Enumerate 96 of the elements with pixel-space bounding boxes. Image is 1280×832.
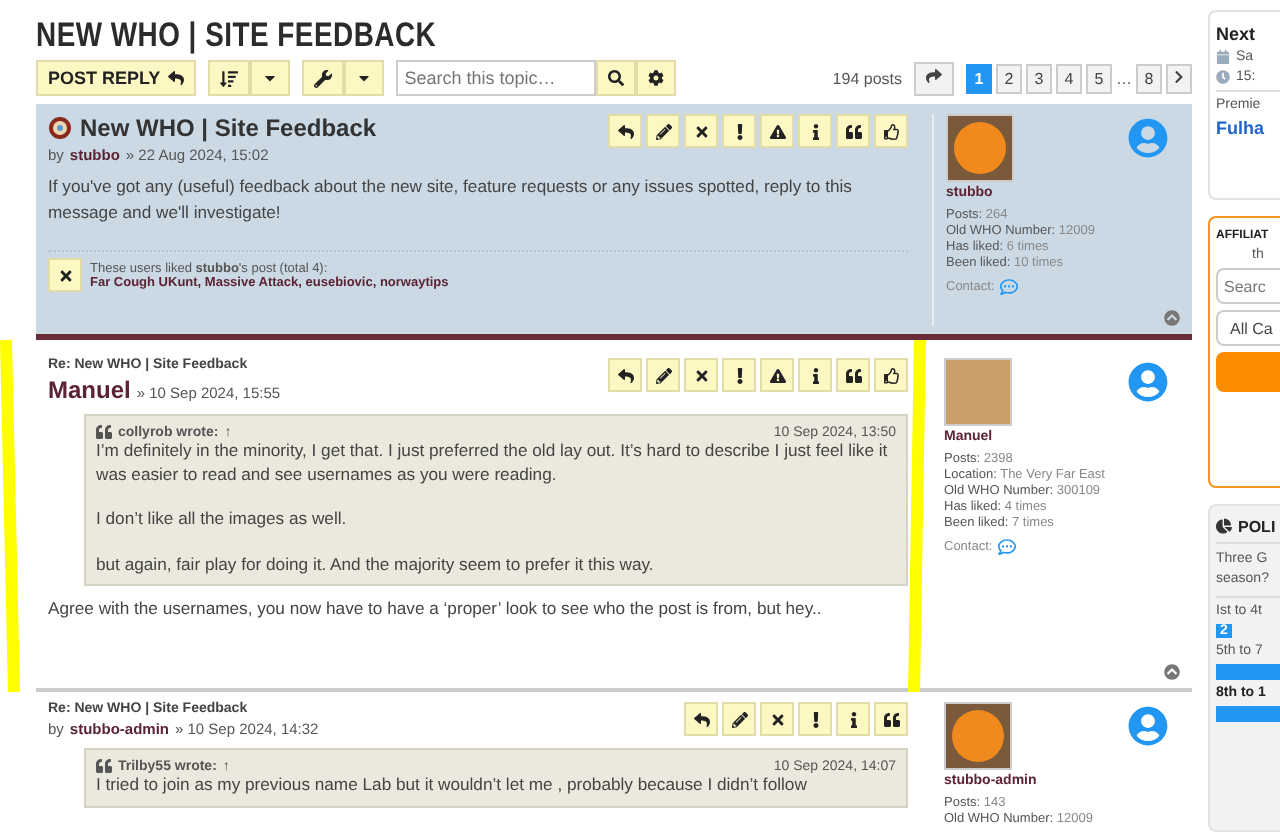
report-button[interactable] (722, 358, 756, 392)
quote-text: I don’t like all the images as well. (96, 508, 349, 531)
user-profile-icon[interactable] (1128, 706, 1168, 746)
exclamation-icon (807, 711, 823, 727)
quote-button[interactable] (874, 702, 908, 736)
search-settings-button[interactable] (636, 60, 677, 96)
pencil-icon (655, 367, 671, 383)
jump-arrow-icon (926, 68, 942, 84)
reply-button[interactable] (608, 358, 642, 392)
exclamation-icon (731, 367, 747, 383)
info-icon (845, 711, 861, 727)
remove-likes-button[interactable] (48, 258, 82, 292)
info-icon (807, 367, 823, 383)
calendar-icon (1216, 50, 1230, 64)
pagination-ellipsis: … (1116, 69, 1132, 87)
back-to-top-icon[interactable] (1164, 310, 1180, 326)
pencil-icon (731, 711, 747, 727)
search-field[interactable]: Search this topic… (396, 60, 597, 96)
page-button[interactable]: 3 (1026, 63, 1052, 93)
page-button[interactable]: 8 (1136, 63, 1162, 93)
close-icon (693, 367, 709, 383)
close-icon (57, 267, 73, 283)
quote-icon (96, 758, 112, 774)
search-button[interactable] (596, 60, 637, 96)
quote-text: I’m definitely in the minority, I get that. I just preferred the old lay out. It’s hard to describe I just feel like it was easier to read and see usernames as you were reading. (96, 440, 890, 486)
exclamation-icon (731, 123, 747, 139)
jump-button[interactable] (914, 61, 954, 95)
post-text: Agree with the usernames, you now have to have a ‘proper’ look to see who the post is from, but hey.. (48, 596, 824, 621)
reply-arrow-icon (617, 123, 633, 139)
sort-button[interactable] (208, 60, 251, 96)
back-to-top-icon[interactable] (1164, 664, 1180, 680)
info-button[interactable] (798, 114, 832, 148)
page-button[interactable]: 5 (1086, 63, 1112, 93)
page-button[interactable]: 4 (1056, 63, 1082, 93)
reply-button[interactable] (684, 702, 718, 736)
quote-icon (883, 711, 899, 727)
caret-icon (262, 70, 279, 86)
tools-button[interactable] (302, 60, 345, 96)
quote-button[interactable] (836, 114, 870, 148)
warn-button[interactable] (760, 358, 794, 392)
quote-icon (96, 424, 112, 440)
chat-bubble-icon[interactable] (998, 538, 1017, 556)
avatar-photo-placeholder (944, 358, 1012, 426)
search-field[interactable]: Searc (1216, 268, 1280, 305)
quote-text: but again, fair play for doing it. And the majority seem to prefer it this way. (96, 553, 656, 576)
page-button[interactable]: 2 (996, 63, 1022, 93)
delete-button[interactable] (684, 358, 718, 392)
quote-icon (845, 367, 861, 383)
clock-icon (1216, 70, 1230, 84)
thumbs-up-icon (883, 123, 899, 139)
reply-arrow-icon (168, 70, 185, 86)
chevron-right-icon (1172, 69, 1186, 83)
like-button[interactable] (874, 358, 908, 392)
post-count: 194 posts (832, 69, 902, 87)
post-reply-button[interactable]: POST REPLY (36, 60, 197, 96)
site-logo-icon (48, 116, 72, 140)
warn-button[interactable] (760, 114, 794, 148)
info-icon (807, 123, 823, 139)
wrench-icon (314, 69, 333, 87)
author-link[interactable]: Manuel (48, 376, 131, 404)
next-page-button[interactable] (1166, 63, 1192, 93)
search-icon (608, 70, 625, 86)
reply-button[interactable] (608, 114, 642, 148)
like-button[interactable] (874, 114, 908, 148)
warning-triangle-icon (769, 123, 785, 139)
info-button[interactable] (836, 702, 870, 736)
post-text: If you've got any (useful) feedback about the new site, feature requests or any issues spotted, reply to this message and we'll investigate! (48, 174, 854, 224)
card-title: POLI (1238, 517, 1276, 536)
reply-arrow-icon (617, 367, 633, 383)
card-title: Next (1216, 24, 1258, 44)
report-button[interactable] (722, 114, 756, 148)
quote-button[interactable] (836, 358, 870, 392)
fixture-link[interactable]: Fulha (1216, 118, 1280, 138)
report-button[interactable] (798, 702, 832, 736)
caret-icon (356, 70, 373, 86)
edit-button[interactable] (646, 358, 680, 392)
category-select[interactable]: All Ca (1216, 310, 1280, 347)
user-profile-icon[interactable] (1128, 362, 1168, 402)
pie-chart-icon (1216, 518, 1232, 535)
pencil-icon (655, 123, 671, 139)
edit-button[interactable] (646, 114, 680, 148)
delete-button[interactable] (684, 114, 718, 148)
delete-button[interactable] (760, 702, 794, 736)
quote-text: I tried to join as my previous name Lab but it wouldn’t let me , probably because I didn’t follow (96, 774, 809, 797)
page-title: NEW WHO | SITE FEEDBACK (36, 16, 437, 56)
thumbs-up-icon (883, 367, 899, 383)
topic-title: New WHO | Site Feedback (80, 114, 377, 142)
close-icon (769, 711, 785, 727)
quote-icon (845, 123, 861, 139)
reply-arrow-icon (693, 711, 709, 727)
edit-button[interactable] (722, 702, 756, 736)
warning-triangle-icon (769, 367, 785, 383)
sort-icon (220, 69, 239, 87)
info-button[interactable] (798, 358, 832, 392)
close-icon (693, 123, 709, 139)
settings-icon (648, 70, 665, 86)
